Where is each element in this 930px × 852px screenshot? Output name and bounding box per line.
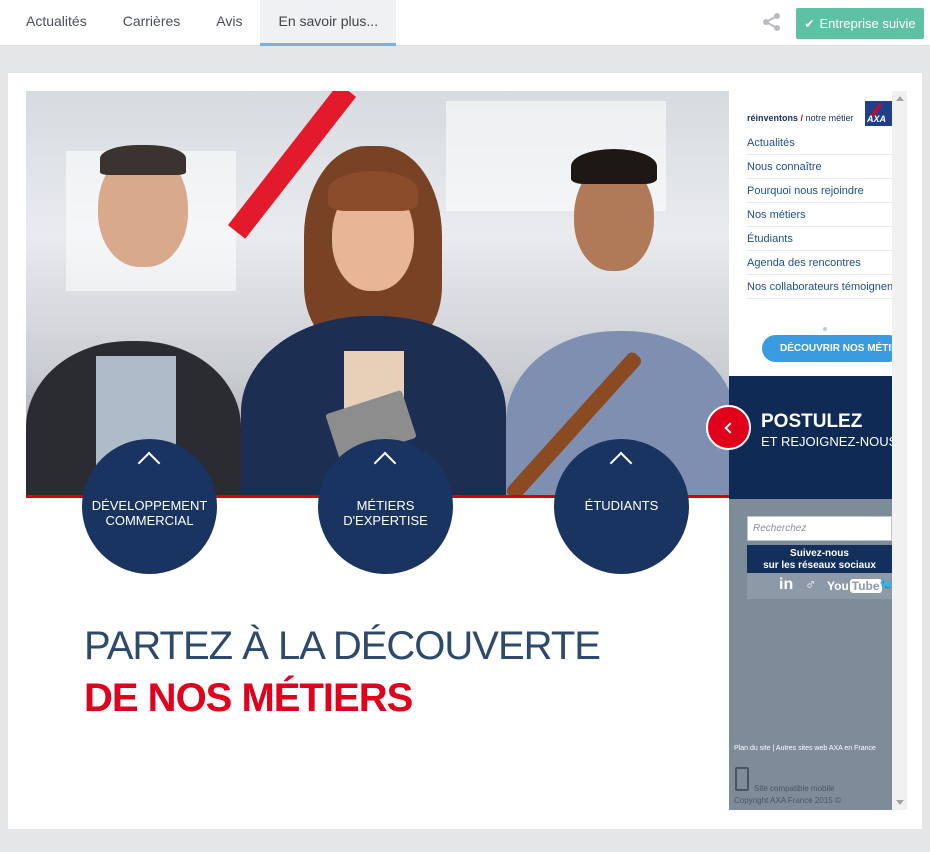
- sidebar-item-actualites[interactable]: Actualités: [747, 131, 892, 155]
- logo-text: AXA: [867, 114, 887, 124]
- axa-logo[interactable]: AXA: [865, 101, 892, 126]
- apply-banner[interactable]: POSTULEZ ET REJOIGNEZ-NOUS: [729, 376, 892, 499]
- linkedin-icon[interactable]: in: [779, 576, 793, 594]
- sidebar-item-pourquoi-nous-rejoindre[interactable]: Pourquoi nous rejoindre: [747, 179, 892, 203]
- sidebar-item-nos-metiers[interactable]: Nos métiers: [747, 203, 892, 227]
- circle-etudiants[interactable]: ÉTUDIANTS: [554, 439, 689, 574]
- tab-actualites[interactable]: Actualités: [8, 0, 105, 46]
- chevron-up-icon: [609, 451, 633, 475]
- apply-title: POSTULEZ: [761, 411, 863, 432]
- mobile-phone-icon: [735, 767, 749, 791]
- copyright-text: Copyright AXA France 2015 ©: [734, 796, 841, 805]
- chevron-up-icon: [373, 451, 397, 475]
- carousel-dot[interactable]: [823, 327, 827, 331]
- hero-photo: [26, 91, 729, 498]
- headline-line-1: PARTEZ À LA DÉCOUVERTE: [84, 624, 601, 668]
- brand-tagline-rest: notre métier: [805, 113, 854, 123]
- social-icons: in ♂ You Tube 🐦: [747, 573, 892, 599]
- headline-line-2: DE NOS MÉTIERS: [84, 676, 413, 720]
- sidebar-footer-panel: Recherchez Suivez-nous sur les réseaux s…: [729, 499, 892, 810]
- youtube-icon-you: You: [827, 579, 849, 593]
- follow-line-2: sur les réseaux sociaux: [763, 560, 876, 571]
- top-nav-bar: Actualités Carrières Avis En savoir plus…: [0, 0, 930, 46]
- follow-company-button[interactable]: ✔ Entreprise suivie: [796, 8, 924, 39]
- discover-jobs-button[interactable]: DÉCOUVRIR NOS MÉTIERS: [762, 335, 892, 362]
- previous-arrow-button[interactable]: [706, 405, 751, 450]
- circle-label: MÉTIERS D'EXPERTISE: [343, 498, 428, 528]
- tab-en-savoir-plus[interactable]: En savoir plus...: [260, 0, 397, 46]
- sidebar-item-nous-connaitre[interactable]: Nous connaître: [747, 155, 892, 179]
- scroll-up-arrow-icon[interactable]: [896, 96, 904, 101]
- tab-list: Actualités Carrières Avis En savoir plus…: [8, 0, 397, 46]
- apply-subtitle: ET REJOIGNEZ-NOUS: [761, 434, 892, 449]
- sidebar-menu-panel: réinventons / notre métier AXA Actualité…: [729, 91, 892, 376]
- slash-mark: /: [800, 113, 804, 123]
- search-input[interactable]: Recherchez: [747, 516, 892, 541]
- share-icon[interactable]: [762, 12, 782, 32]
- follow-button-label: Entreprise suivie: [819, 16, 916, 31]
- social-follow-banner: Suivez-nous sur les réseaux sociaux: [747, 545, 892, 573]
- circle-metiers-expertise[interactable]: MÉTIERS D'EXPERTISE: [318, 439, 453, 574]
- brand-tagline-bold: réinventons: [747, 113, 799, 123]
- circle-label: DÉVELOPPEMENT COMMERCIAL: [91, 498, 208, 528]
- scroll-down-arrow-icon[interactable]: [896, 800, 904, 805]
- sidebar-item-etudiants[interactable]: Étudiants: [747, 227, 892, 251]
- brand-tagline: réinventons / notre métier: [747, 113, 854, 123]
- chevron-up-icon: [137, 451, 161, 475]
- chevron-left-icon: [724, 422, 736, 434]
- sidebar: réinventons / notre métier AXA Actualité…: [729, 91, 892, 810]
- circle-developpement-commercial[interactable]: DÉVELOPPEMENT COMMERCIAL: [82, 439, 217, 574]
- follow-line-1: Suivez-nous: [790, 548, 849, 559]
- viadeo-icon[interactable]: ♂: [805, 576, 816, 593]
- sidebar-item-temoignages[interactable]: Nos collaborateurs témoignent: [747, 275, 892, 299]
- sidebar-menu: Actualités Nous connaître Pourquoi nous …: [747, 131, 892, 299]
- tab-avis[interactable]: Avis: [198, 0, 260, 46]
- check-icon: ✔: [804, 17, 815, 31]
- tab-carrieres[interactable]: Carrières: [105, 0, 199, 46]
- vertical-scrollbar[interactable]: [892, 91, 907, 810]
- footer-links[interactable]: Plan du site | Autres sites web AXA en F…: [734, 745, 876, 752]
- youtube-icon[interactable]: You Tube: [827, 579, 882, 593]
- mobile-compatible-text: Site compatible mobile: [754, 784, 835, 793]
- twitter-icon[interactable]: 🐦: [879, 577, 892, 593]
- youtube-icon-tube: Tube: [849, 579, 882, 593]
- circle-label: ÉTUDIANTS: [584, 498, 659, 513]
- sidebar-item-agenda[interactable]: Agenda des rencontres: [747, 251, 892, 275]
